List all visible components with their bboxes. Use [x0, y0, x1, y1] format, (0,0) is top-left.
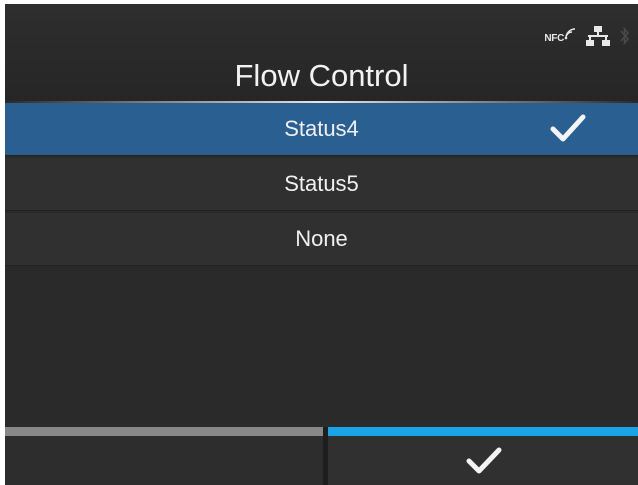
nfc-icon: NFC	[544, 28, 576, 44]
nfc-wave-icon	[564, 28, 576, 40]
printer-screen: NFC Flow Control Status4 Status5 None	[5, 4, 638, 485]
nfc-label: NFC	[544, 33, 564, 44]
softkey-bar	[5, 427, 638, 485]
list-item-status5[interactable]: Status5	[5, 158, 638, 211]
header: NFC Flow Control	[5, 4, 638, 102]
check-icon	[550, 114, 586, 142]
network-icon	[586, 26, 610, 46]
list-item-label: Status4	[284, 116, 359, 141]
option-list: Status4 Status5 None	[5, 103, 638, 268]
bluetooth-icon	[620, 26, 630, 46]
left-softkey[interactable]	[5, 427, 323, 485]
list-item-label: None	[295, 226, 348, 251]
list-item-label: Status5	[284, 171, 359, 196]
page-title: Flow Control	[234, 58, 409, 93]
list-item-none[interactable]: None	[5, 213, 638, 266]
list-item-status4[interactable]: Status4	[5, 103, 638, 156]
check-icon	[466, 447, 502, 474]
status-icons: NFC	[544, 26, 630, 46]
confirm-button[interactable]	[328, 427, 638, 485]
